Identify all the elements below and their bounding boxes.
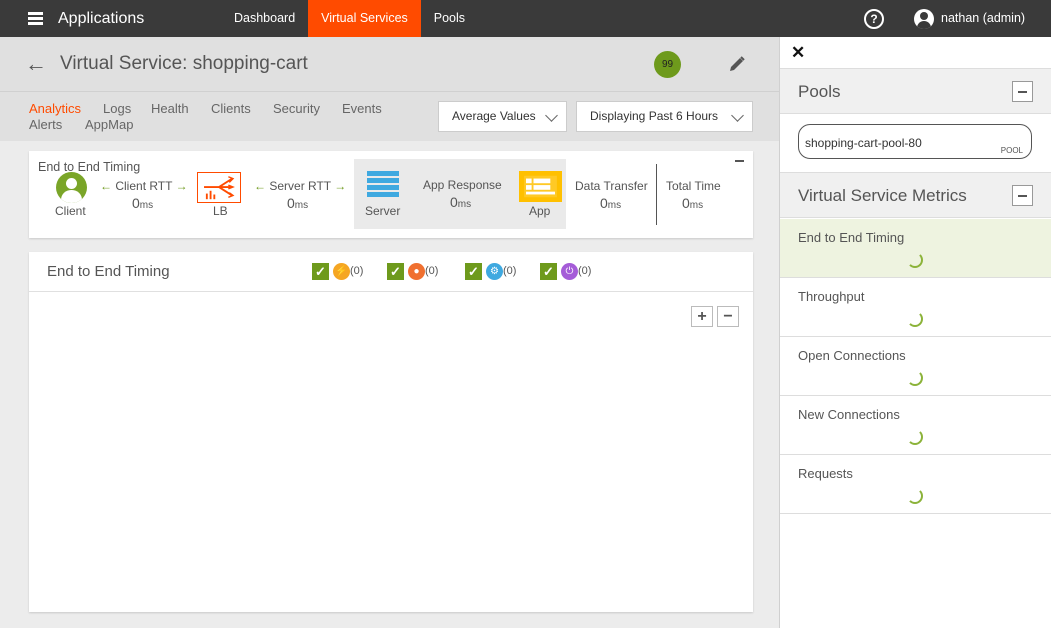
page-header: ← Virtual Service: shopping-cart 99 <box>0 37 779 91</box>
pool-name: shopping-cart-pool-80 <box>805 136 922 150</box>
pool-tag: POOL <box>1000 146 1023 155</box>
server-rtt-value: 0ms <box>287 195 309 211</box>
collapse-icon[interactable] <box>735 160 744 162</box>
end-to-end-timing-card: End to End Timing Client ← Client RTT → … <box>29 151 753 238</box>
power-icon: ⏻ <box>561 262 578 280</box>
tab-logs[interactable]: Logs <box>103 101 131 116</box>
arrow-left-icon: ← <box>254 179 266 193</box>
arrow-right-icon: → <box>334 179 347 193</box>
metrics-section-header: Virtual Service Metrics <box>780 172 1051 218</box>
lightning-icon: ⚡ <box>333 262 350 280</box>
chevron-down-icon <box>731 109 744 122</box>
timing-card-title: End to End Timing <box>38 160 141 174</box>
pool-chip[interactable]: shopping-cart-pool-80 POOL <box>798 124 1032 159</box>
gear-icon: ⚙ <box>486 262 503 280</box>
metric-new-connections[interactable]: New Connections <box>780 396 1051 455</box>
metric-requests[interactable]: Requests <box>780 455 1051 514</box>
client-rtt-value: 0ms <box>132 195 154 211</box>
loading-spinner-icon <box>907 311 923 327</box>
server-label: Server <box>365 204 401 218</box>
checkbox-checked-icon[interactable]: ✓ <box>312 262 329 280</box>
data-transfer-label: Data Transfer <box>575 179 648 193</box>
client-rtt-label: ← Client RTT → <box>100 179 188 193</box>
edit-pencil-icon[interactable] <box>728 55 746 73</box>
nav-pools[interactable]: Pools <box>421 0 478 37</box>
analytics-subnav: Analytics Logs Health Clients Security E… <box>0 91 779 141</box>
health-score-badge[interactable]: 99 <box>654 51 681 78</box>
top-navbar: Applications Dashboard Virtual Services … <box>0 0 1051 37</box>
checkbox-checked-icon[interactable]: ✓ <box>465 262 482 280</box>
timing-chart-card: End to End Timing ✓ ⚡ (0) ✓ ● (0) ✓ ⚙ (0… <box>29 252 753 612</box>
metric-throughput[interactable]: Throughput <box>780 278 1051 337</box>
collapse-pools-button[interactable] <box>1012 81 1033 102</box>
divider <box>656 164 657 225</box>
main-nav: Dashboard Virtual Services Pools <box>221 0 478 37</box>
client-label: Client <box>55 204 86 218</box>
tab-health[interactable]: Health <box>151 101 189 116</box>
metrics-section-title: Virtual Service Metrics <box>798 186 967 205</box>
load-balancer-icon <box>197 172 241 203</box>
filter-alerts[interactable]: ✓ ● (0) <box>387 262 438 280</box>
loading-spinner-icon <box>907 429 923 445</box>
time-range-label: Displaying Past 6 Hours <box>590 109 719 123</box>
checkbox-checked-icon[interactable]: ✓ <box>387 262 404 280</box>
client-icon <box>56 172 87 203</box>
server-rtt-label: ← Server RTT → <box>254 179 347 193</box>
pools-section-header: Pools <box>780 68 1051 114</box>
chart-title: End to End Timing <box>47 263 170 280</box>
app-title: Applications <box>58 10 145 27</box>
filter-system-events[interactable]: ✓ ⏻ (0) <box>540 262 591 280</box>
close-icon[interactable]: ✕ <box>791 43 805 63</box>
loading-spinner-icon <box>907 488 923 504</box>
filter-config-events[interactable]: ✓ ⚙ (0) <box>465 262 516 280</box>
menu-icon[interactable] <box>28 12 43 25</box>
metric-label: New Connections <box>798 407 900 422</box>
loading-spinner-icon <box>907 370 923 386</box>
tab-events[interactable]: Events <box>342 101 382 116</box>
values-dropdown[interactable]: Average Values <box>438 101 567 132</box>
pools-section-title: Pools <box>798 82 841 101</box>
metric-label: End to End Timing <box>798 230 905 245</box>
tab-appmap[interactable]: AppMap <box>85 117 133 132</box>
app-response-value: 0ms <box>450 194 472 210</box>
lb-label: LB <box>213 204 228 218</box>
metrics-side-panel: ✕ Pools shopping-cart-pool-80 POOL Virtu… <box>779 37 1051 628</box>
user-menu[interactable]: nathan (admin) <box>941 11 1025 25</box>
help-icon[interactable]: ? <box>864 9 884 29</box>
zoom-in-button[interactable]: + <box>691 306 713 327</box>
metric-label: Requests <box>798 466 853 481</box>
arrow-left-icon: ← <box>100 179 112 193</box>
tab-analytics[interactable]: Analytics <box>29 101 81 116</box>
arrow-right-icon: → <box>175 179 188 193</box>
metric-label: Open Connections <box>798 348 906 363</box>
loading-spinner-icon <box>907 252 923 268</box>
bell-icon: ● <box>408 262 425 280</box>
values-dropdown-label: Average Values <box>452 109 536 123</box>
application-icon <box>519 171 562 202</box>
tab-clients[interactable]: Clients <box>211 101 251 116</box>
page-title: Virtual Service: shopping-cart <box>60 53 308 74</box>
checkbox-checked-icon[interactable]: ✓ <box>540 262 557 280</box>
filter-anomalies[interactable]: ✓ ⚡ (0) <box>312 262 363 280</box>
back-arrow-icon[interactable]: ← <box>25 53 47 75</box>
server-icon <box>367 171 399 201</box>
nav-virtual-services[interactable]: Virtual Services <box>308 0 421 37</box>
chevron-down-icon <box>545 109 558 122</box>
app-label: App <box>529 204 551 218</box>
metric-open-connections[interactable]: Open Connections <box>780 337 1051 396</box>
tab-security[interactable]: Security <box>273 101 320 116</box>
total-time-label: Total Time <box>666 179 721 193</box>
time-range-dropdown[interactable]: Displaying Past 6 Hours <box>576 101 753 132</box>
user-avatar-icon[interactable] <box>914 9 934 29</box>
tab-alerts[interactable]: Alerts <box>29 117 62 132</box>
data-transfer-value: 0ms <box>600 195 622 211</box>
total-time-value: 0ms <box>682 195 704 211</box>
app-response-label: App Response <box>423 178 502 192</box>
zoom-out-button[interactable]: − <box>717 306 739 327</box>
metric-label: Throughput <box>798 289 865 304</box>
collapse-metrics-button[interactable] <box>1012 185 1033 206</box>
metric-end-to-end-timing[interactable]: End to End Timing <box>780 219 1051 278</box>
nav-dashboard[interactable]: Dashboard <box>221 0 308 37</box>
divider <box>29 291 753 292</box>
